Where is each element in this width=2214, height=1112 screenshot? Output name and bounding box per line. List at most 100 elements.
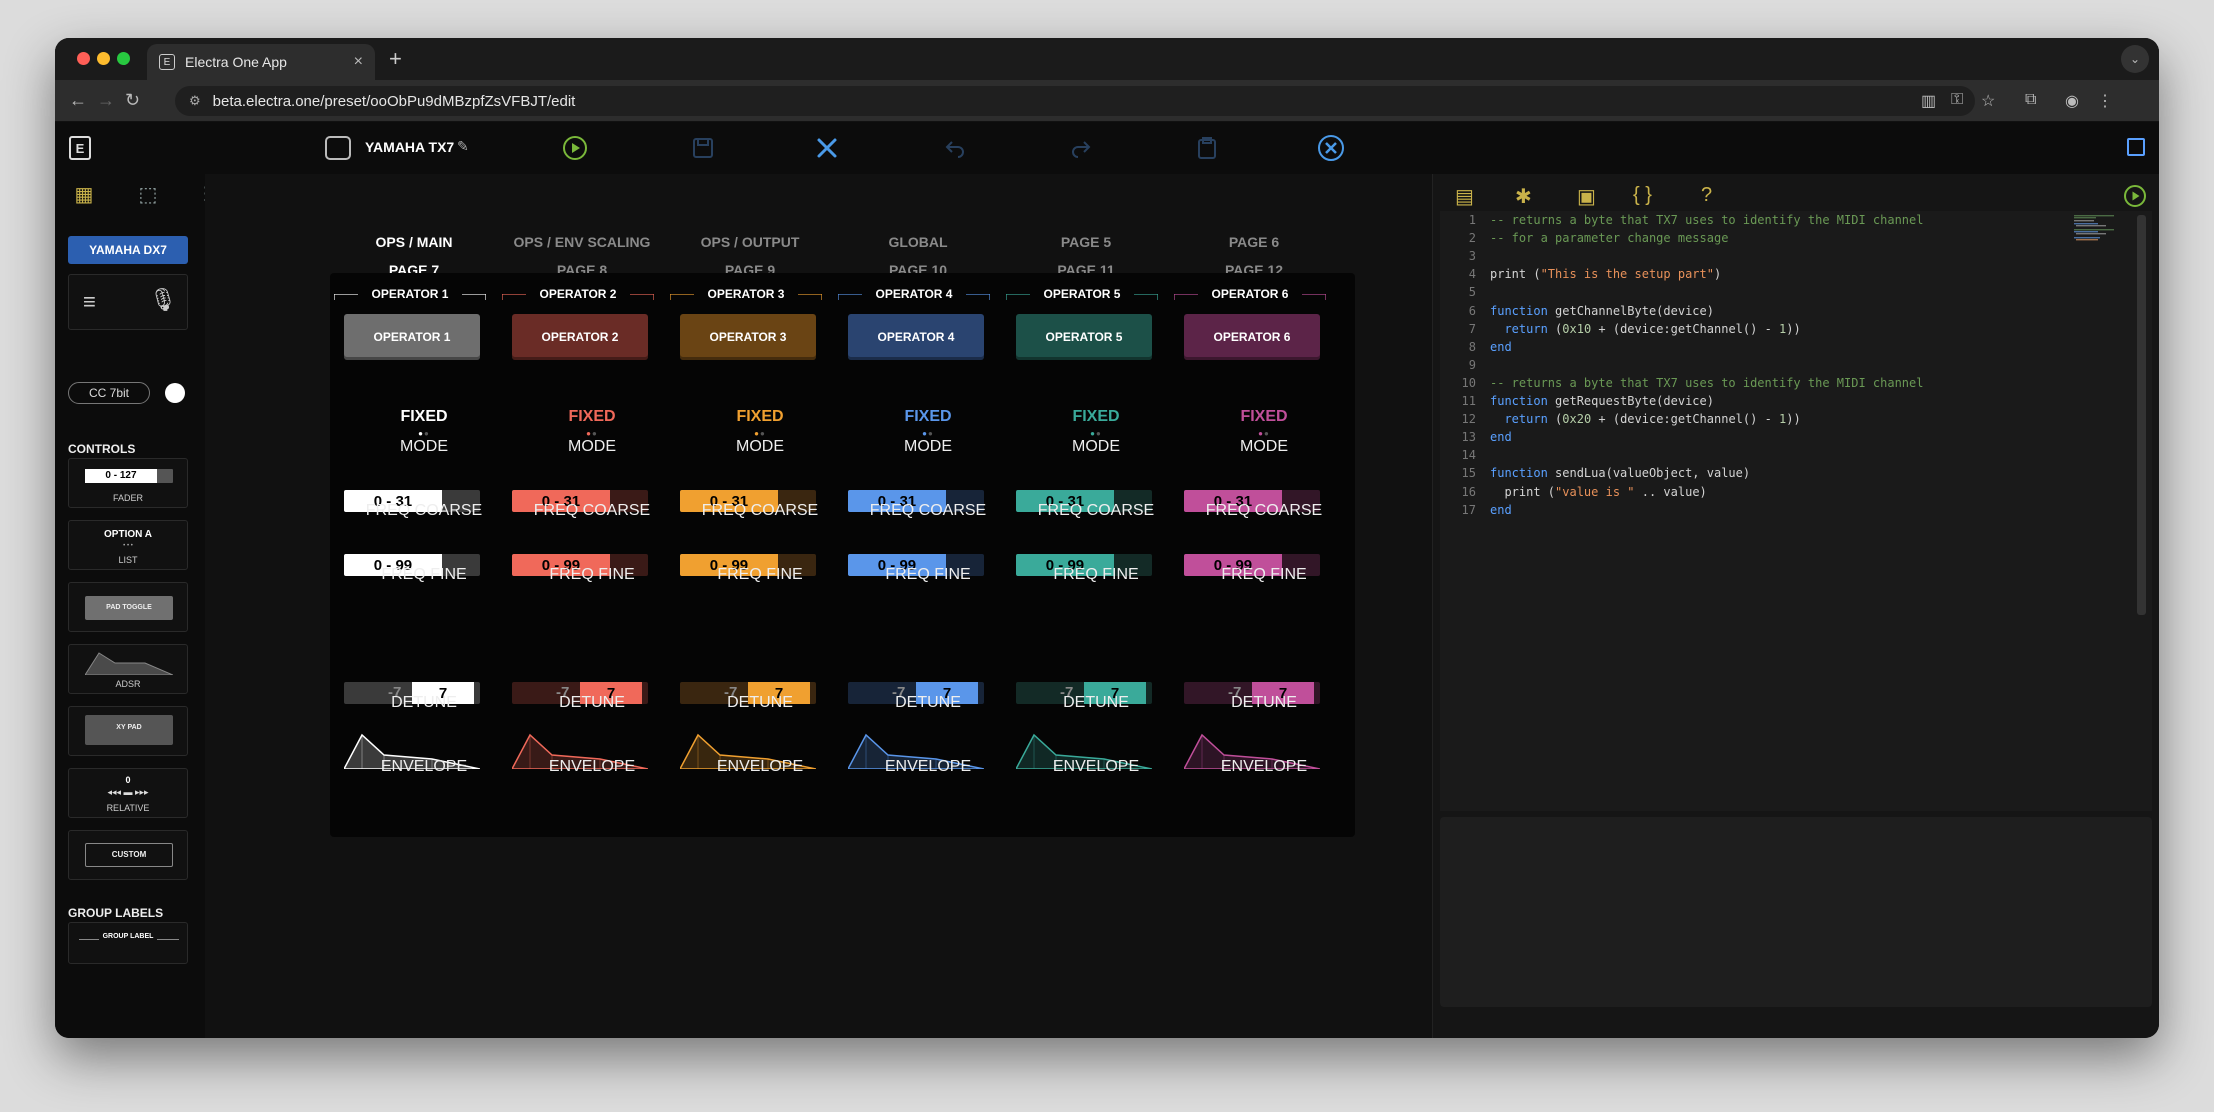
mode-label: MODE: [736, 438, 784, 455]
operator-pad[interactable]: OPERATOR 3: [680, 314, 816, 360]
code-line[interactable]: 9: [1440, 356, 1490, 374]
menu-kebab-icon[interactable]: ⋮: [2097, 91, 2113, 111]
device-icon: [325, 136, 351, 160]
bookmark-star-icon[interactable]: ☆: [1981, 91, 1995, 111]
extensions-icon[interactable]: ⧉: [2025, 91, 2036, 109]
reader-icon[interactable]: ▥: [1921, 91, 1936, 111]
code-editor[interactable]: 1 -- returns a byte that TX7 uses to iden…: [1440, 211, 2152, 811]
page-tab[interactable]: OPS / MAIN PAGE 7: [330, 234, 498, 278]
terminal-icon[interactable]: ▣: [1577, 184, 1596, 209]
json-braces-icon[interactable]: { }: [1633, 184, 1652, 207]
code-line[interactable]: 8 end: [1440, 338, 1512, 356]
freq-fine-label: FREQ FINE: [1221, 566, 1307, 583]
close-window-button[interactable]: [77, 52, 90, 65]
code-minimap[interactable]: [2074, 215, 2132, 245]
microphone-icon[interactable]: 🎙: [149, 287, 177, 313]
page-tab[interactable]: OPS / ENV SCALING PAGE 8: [498, 234, 666, 278]
device-button[interactable]: YAMAHA DX7: [68, 236, 188, 264]
control-custom[interactable]: CUSTOM: [68, 830, 188, 880]
code-line[interactable]: 15 function sendLua(valueObject, value): [1440, 464, 1751, 482]
code-line[interactable]: 5: [1440, 283, 1490, 301]
minimize-window-button[interactable]: [97, 52, 110, 65]
code-line[interactable]: 7 return (0x10 + (device:getChannel() - …: [1440, 320, 1801, 338]
code-line[interactable]: 4 print ("This is the setup part"): [1440, 265, 1721, 283]
url-field[interactable]: ⚙ beta.electra.one/preset/ooObPu9dMBzpfZ…: [175, 86, 1975, 116]
code-line[interactable]: 13 end: [1440, 428, 1512, 446]
panel-toggle-icon[interactable]: [2127, 138, 2145, 156]
code-line[interactable]: 3: [1440, 247, 1490, 265]
mode-value[interactable]: FIXED: [992, 408, 1176, 426]
console-output: [1440, 817, 2152, 1007]
paste-icon[interactable]: [1193, 134, 1221, 162]
reload-icon[interactable]: ↻: [125, 90, 140, 110]
redo-icon[interactable]: [1067, 134, 1095, 162]
password-key-icon[interactable]: ⚿: [1951, 91, 1963, 109]
debug-bug-icon[interactable]: ✱: [1515, 184, 1532, 209]
script-tab-icon[interactable]: ▤: [1455, 184, 1474, 209]
browser-window: E Electra One App × + ⌄ ← → ↻ ⚙ beta.ele…: [55, 38, 2159, 1038]
operator-column: OPERATOR 5 OPERATOR 5 FIXED ●● MODE 0 - …: [992, 273, 1160, 837]
profile-icon[interactable]: ◉: [2065, 91, 2079, 111]
editor-scrollbar[interactable]: [2137, 215, 2146, 615]
page-tab[interactable]: OPS / OUTPUT PAGE 9: [666, 234, 834, 278]
code-line[interactable]: 2 -- for a parameter change message: [1440, 229, 1729, 247]
back-icon[interactable]: ←: [69, 90, 87, 110]
run-script-icon[interactable]: [2123, 184, 2147, 214]
page-tab-name: OPS / MAIN: [375, 234, 453, 250]
code-line[interactable]: 14: [1440, 446, 1490, 464]
operator-pad[interactable]: OPERATOR 1: [344, 314, 480, 360]
code-line[interactable]: 17 end: [1440, 501, 1512, 519]
mode-value[interactable]: FIXED: [488, 408, 672, 426]
forward-icon[interactable]: →: [97, 90, 115, 110]
operator-pad[interactable]: OPERATOR 4: [848, 314, 984, 360]
operator-pad[interactable]: OPERATOR 5: [1016, 314, 1152, 360]
tools-icon[interactable]: [813, 134, 841, 162]
control-list[interactable]: OPTION A • • • LIST: [68, 520, 188, 570]
mode-value[interactable]: FIXED: [656, 408, 840, 426]
mode-value[interactable]: FIXED: [1160, 408, 1344, 426]
control-fader[interactable]: 0 - 127 FADER: [68, 458, 188, 508]
operator-group-label: OPERATOR 2: [502, 288, 654, 300]
control-group-label[interactable]: GROUP LABEL: [68, 922, 188, 964]
electra-logo[interactable]: E: [69, 136, 91, 160]
code-line[interactable]: 11 function getRequestByte(device): [1440, 392, 1714, 410]
selection-tab-icon[interactable]: ⬚: [135, 182, 161, 206]
color-picker-dot[interactable]: [165, 383, 185, 403]
cc-mode-selector[interactable]: CC 7bit: [68, 382, 150, 404]
page-tab[interactable]: PAGE 6 PAGE 12: [1170, 234, 1338, 278]
keyboard-tab-icon[interactable]: ▦: [71, 182, 97, 206]
control-relative[interactable]: 0 ◂◂◂ ▬ ▸▸▸ RELATIVE: [68, 768, 188, 818]
operator-pad[interactable]: OPERATOR 2: [512, 314, 648, 360]
code-line[interactable]: 10 -- returns a byte that TX7 uses to ide…: [1440, 374, 1924, 392]
page-tab[interactable]: GLOBAL PAGE 10: [834, 234, 1002, 278]
line-number: 14: [1461, 448, 1476, 463]
new-tab-icon[interactable]: +: [389, 46, 402, 72]
sliders-icon[interactable]: ≡: [83, 289, 96, 315]
run-preset-button[interactable]: [561, 134, 589, 162]
browser-tab[interactable]: E Electra One App ×: [147, 44, 375, 80]
mode-value[interactable]: FIXED: [320, 408, 504, 426]
control-xy-pad[interactable]: XY PAD: [68, 706, 188, 756]
control-adsr[interactable]: ADSR: [68, 644, 188, 694]
close-tab-icon[interactable]: ×: [354, 53, 363, 71]
page-tab[interactable]: PAGE 5 PAGE 11: [1002, 234, 1170, 278]
group-label-text: OPERATOR 5: [1043, 287, 1121, 301]
mode-value[interactable]: FIXED: [824, 408, 1008, 426]
tab-search-icon[interactable]: ⌄: [2121, 45, 2149, 73]
site-settings-icon[interactable]: ⚙: [189, 93, 201, 109]
mode-label: MODE: [904, 438, 952, 455]
maximize-window-button[interactable]: [117, 52, 130, 65]
code-line[interactable]: 6 function getChannelByte(device): [1440, 302, 1714, 320]
save-icon[interactable]: [689, 134, 717, 162]
code-line[interactable]: 1 -- returns a byte that TX7 uses to iden…: [1440, 211, 1924, 229]
code-line[interactable]: 16 print ("value is " .. value): [1440, 483, 1707, 501]
close-editor-icon[interactable]: [1317, 134, 1345, 162]
mode-indicator: ●●: [1090, 429, 1102, 438]
help-icon[interactable]: ?: [1701, 184, 1712, 207]
operator-pad[interactable]: OPERATOR 6: [1184, 314, 1320, 360]
code-line[interactable]: 12 return (0x20 + (device:getChannel() -…: [1440, 410, 1801, 428]
edit-name-icon[interactable]: ✎: [457, 138, 469, 155]
undo-icon[interactable]: [941, 134, 969, 162]
control-pad-toggle[interactable]: PAD TOGGLE: [68, 582, 188, 632]
tab-strip: E Electra One App × + ⌄: [55, 38, 2159, 80]
